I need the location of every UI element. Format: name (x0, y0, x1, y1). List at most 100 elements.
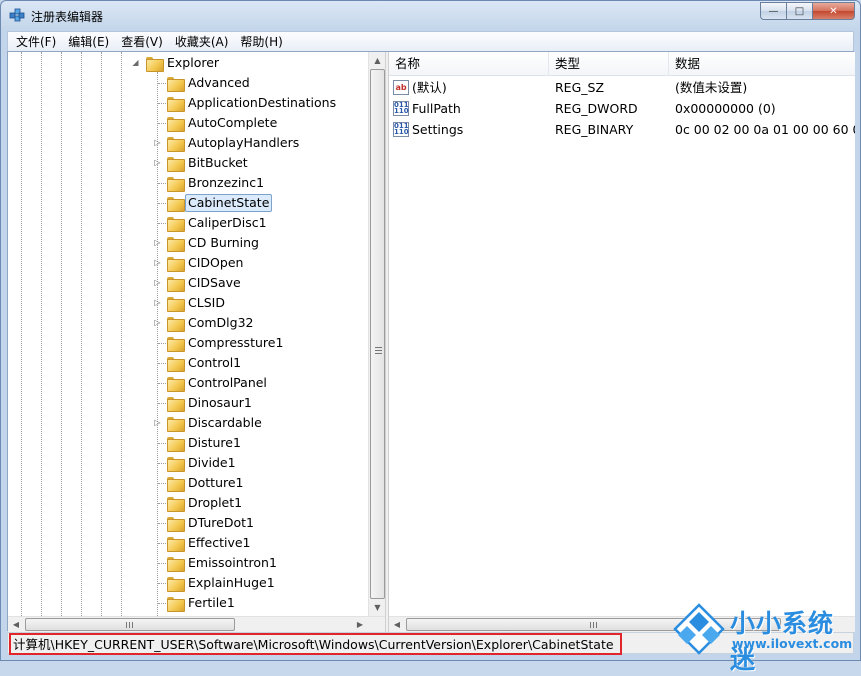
folder-icon (167, 357, 185, 372)
tree-node-explorer[interactable]: ◢ Explorer (8, 53, 368, 73)
binary-value-icon: 011 110 (393, 122, 409, 137)
folder-icon (167, 97, 185, 112)
tree-node[interactable]: Advanced (8, 73, 368, 93)
menu-help[interactable]: 帮助(H) (234, 33, 288, 50)
grip-line (129, 622, 130, 628)
tree-connector-line (158, 363, 166, 364)
expand-arrow-icon[interactable]: ▷ (153, 278, 162, 287)
folder-icon (167, 497, 185, 512)
tree-node[interactable]: Effective1 (8, 533, 368, 553)
folder-icon (167, 277, 185, 292)
tree-node-label: CLSID (188, 295, 225, 310)
tree-node[interactable]: Control1 (8, 353, 368, 373)
tree-node-label: Droplet1 (188, 495, 243, 510)
folder-icon (167, 117, 185, 132)
tree-horizontal-scrollbar[interactable]: ◀ ▶ (8, 616, 385, 632)
tree-node-label: Explorer (167, 55, 220, 70)
tree-node[interactable]: ▷ ComDlg32 (8, 313, 368, 333)
expand-arrow-icon[interactable]: ▷ (153, 138, 162, 147)
expand-arrow-icon[interactable]: ▷ (153, 158, 162, 167)
menu-view[interactable]: 查看(V) (115, 33, 169, 50)
grip-line (593, 622, 594, 628)
tree-node[interactable]: Divide1 (8, 453, 368, 473)
expand-arrow-icon[interactable]: ▷ (153, 418, 162, 427)
column-header-type[interactable]: 类型 (549, 52, 669, 76)
tree-connector-line (158, 543, 166, 544)
scroll-right-arrow-icon[interactable]: ▶ (352, 617, 368, 632)
tree-node-label: ControlPanel (188, 375, 267, 390)
tree-node[interactable]: Emissointron1 (8, 553, 368, 573)
tree-node-label: Discardable (188, 415, 262, 430)
folder-open-icon (146, 57, 164, 72)
site-watermark: 小小系统迷 www.ilovext.com (672, 600, 858, 674)
menu-file[interactable]: 文件(F) (10, 33, 62, 50)
expand-arrow-icon[interactable]: ▷ (153, 238, 162, 247)
tree-node[interactable]: ▷ CLSID (8, 293, 368, 313)
tree-node[interactable]: CabinetState (8, 193, 368, 213)
tree-node[interactable]: ControlPanel (8, 373, 368, 393)
scroll-left-arrow-icon[interactable]: ◀ (389, 617, 405, 632)
regedit-icon (9, 8, 25, 22)
scroll-down-arrow-icon[interactable]: ▼ (369, 599, 385, 616)
tree-connector-line (158, 403, 166, 404)
tree-node[interactable]: ExplainHuge1 (8, 573, 368, 593)
tree-node-label: Dotture1 (188, 475, 244, 490)
scroll-thumb[interactable] (25, 618, 235, 631)
tree-node[interactable]: CaliperDisc1 (8, 213, 368, 233)
folder-icon (167, 217, 185, 232)
tree-node[interactable]: AutoComplete (8, 113, 368, 133)
tree-node[interactable]: ▷ AutoplayHandlers (8, 133, 368, 153)
tree-node[interactable]: DTureDot1 (8, 513, 368, 533)
tree-node[interactable]: Bronzezinc1 (8, 173, 368, 193)
tree-node[interactable]: ▷ CIDOpen (8, 253, 368, 273)
tree-node[interactable]: Fertile1 (8, 593, 368, 613)
close-button[interactable]: ✕ (812, 2, 855, 20)
tree-node[interactable]: ▷ Discardable (8, 413, 368, 433)
tree-node[interactable]: Dinosaur1 (8, 393, 368, 413)
menu-bar: 文件(F) 编辑(E) 查看(V) 收藏夹(A) 帮助(H) (7, 31, 854, 51)
tree-connector-line (158, 503, 166, 504)
tree-node-label: Emissointron1 (188, 555, 277, 570)
maximize-button[interactable]: □ (786, 2, 812, 20)
tree-connector-line (158, 603, 166, 604)
tree-node[interactable]: ApplicationDestinations (8, 93, 368, 113)
list-row[interactable]: ab (默认) REG_SZ (数值未设置) (389, 77, 855, 98)
scroll-thumb[interactable] (370, 69, 385, 599)
tree-node[interactable]: ▷ CIDSave (8, 273, 368, 293)
expand-arrow-icon[interactable]: ▷ (153, 318, 162, 327)
tree-node-label: AutoComplete (188, 115, 278, 130)
menu-favorites[interactable]: 收藏夹(A) (169, 33, 235, 50)
tree-node-label: CIDOpen (188, 255, 244, 270)
tree-node[interactable]: ▷ CD Burning (8, 233, 368, 253)
grip-line (126, 622, 127, 628)
tree-vertical-scrollbar[interactable]: ▲ ▼ (368, 52, 385, 616)
list-row[interactable]: 011 110 Settings REG_BINARY 0c 00 02 00 0… (389, 119, 855, 140)
value-list[interactable]: 名称 类型 数据 ab (默认) REG_SZ (数值未设置) 011 110 F… (389, 52, 855, 616)
tree-node-label: Divide1 (188, 455, 236, 470)
menu-edit[interactable]: 编辑(E) (62, 33, 115, 50)
tree-node[interactable]: Compressture1 (8, 333, 368, 353)
scroll-up-arrow-icon[interactable]: ▲ (369, 52, 385, 69)
value-type: REG_DWORD (555, 101, 638, 116)
minimize-button[interactable]: — (760, 2, 786, 20)
grip-line (375, 347, 382, 348)
list-row[interactable]: 011 110 FullPath REG_DWORD 0x00000000 (0) (389, 98, 855, 119)
tree-connector-line (158, 223, 166, 224)
tree-node[interactable]: Droplet1 (8, 493, 368, 513)
title-bar[interactable]: 注册表编辑器 — □ ✕ (1, 1, 860, 31)
tree-node[interactable]: ▷ BitBucket (8, 153, 368, 173)
scroll-left-arrow-icon[interactable]: ◀ (8, 617, 24, 632)
folder-icon (167, 297, 185, 312)
tree-node[interactable]: Dotture1 (8, 473, 368, 493)
tree-node-label: CD Burning (188, 235, 259, 250)
collapse-arrow-icon[interactable]: ◢ (131, 58, 140, 67)
expand-arrow-icon[interactable]: ▷ (153, 258, 162, 267)
column-header-data[interactable]: 数据 (669, 52, 855, 76)
expand-arrow-icon[interactable]: ▷ (153, 298, 162, 307)
caption-buttons: — □ ✕ (760, 2, 855, 20)
tree-node[interactable]: Disture1 (8, 433, 368, 453)
column-header-name[interactable]: 名称 (389, 52, 549, 76)
watermark-logo-icon (673, 603, 725, 655)
grip-line (375, 353, 382, 354)
key-tree[interactable]: ◢ Explorer Advanced ApplicationDestinatio… (8, 52, 385, 616)
